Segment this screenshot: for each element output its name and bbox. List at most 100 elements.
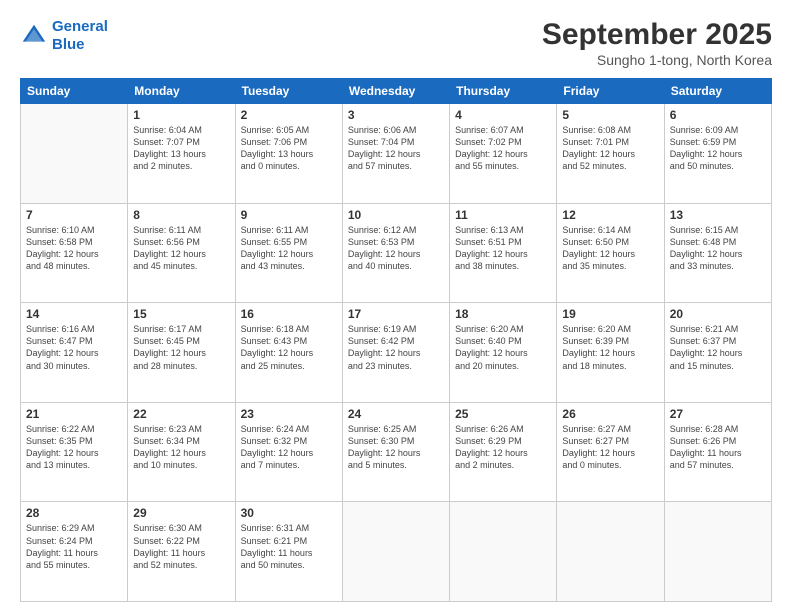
day-info: Sunrise: 6:22 AMSunset: 6:35 PMDaylight:… <box>26 423 122 472</box>
day-number: 14 <box>26 307 122 321</box>
day-number: 25 <box>455 407 551 421</box>
day-number: 5 <box>562 108 658 122</box>
day-cell: 27 Sunrise: 6:28 AMSunset: 6:26 PMDayligh… <box>664 402 771 502</box>
day-number: 23 <box>241 407 337 421</box>
logo-text: General Blue <box>52 18 108 54</box>
day-cell: 1 Sunrise: 6:04 AMSunset: 7:07 PMDaylight… <box>128 104 235 204</box>
day-info: Sunrise: 6:10 AMSunset: 6:58 PMDaylight:… <box>26 224 122 273</box>
day-cell: 30 Sunrise: 6:31 AMSunset: 6:21 PMDayligh… <box>235 502 342 602</box>
day-number: 20 <box>670 307 766 321</box>
day-cell: 7 Sunrise: 6:10 AMSunset: 6:58 PMDaylight… <box>21 203 128 303</box>
day-number: 10 <box>348 208 444 222</box>
day-number: 29 <box>133 506 229 520</box>
day-info: Sunrise: 6:04 AMSunset: 7:07 PMDaylight:… <box>133 124 229 173</box>
day-cell: 20 Sunrise: 6:21 AMSunset: 6:37 PMDayligh… <box>664 303 771 403</box>
day-number: 11 <box>455 208 551 222</box>
day-cell: 22 Sunrise: 6:23 AMSunset: 6:34 PMDayligh… <box>128 402 235 502</box>
day-cell: 4 Sunrise: 6:07 AMSunset: 7:02 PMDaylight… <box>450 104 557 204</box>
day-info: Sunrise: 6:13 AMSunset: 6:51 PMDaylight:… <box>455 224 551 273</box>
day-info: Sunrise: 6:18 AMSunset: 6:43 PMDaylight:… <box>241 323 337 372</box>
day-cell <box>21 104 128 204</box>
weekday-header-tuesday: Tuesday <box>235 79 342 104</box>
day-cell: 23 Sunrise: 6:24 AMSunset: 6:32 PMDayligh… <box>235 402 342 502</box>
day-info: Sunrise: 6:20 AMSunset: 6:40 PMDaylight:… <box>455 323 551 372</box>
day-cell: 12 Sunrise: 6:14 AMSunset: 6:50 PMDayligh… <box>557 203 664 303</box>
day-info: Sunrise: 6:12 AMSunset: 6:53 PMDaylight:… <box>348 224 444 273</box>
day-info: Sunrise: 6:20 AMSunset: 6:39 PMDaylight:… <box>562 323 658 372</box>
day-cell <box>450 502 557 602</box>
day-cell: 28 Sunrise: 6:29 AMSunset: 6:24 PMDayligh… <box>21 502 128 602</box>
day-number: 17 <box>348 307 444 321</box>
day-cell: 29 Sunrise: 6:30 AMSunset: 6:22 PMDayligh… <box>128 502 235 602</box>
day-info: Sunrise: 6:31 AMSunset: 6:21 PMDaylight:… <box>241 522 337 571</box>
day-cell: 3Sunrise: 6:06 AMSunset: 7:04 PMDaylight… <box>342 104 449 204</box>
day-info: Sunrise: 6:26 AMSunset: 6:29 PMDaylight:… <box>455 423 551 472</box>
day-number: 4 <box>455 108 551 122</box>
day-cell: 26 Sunrise: 6:27 AMSunset: 6:27 PMDayligh… <box>557 402 664 502</box>
day-info: Sunrise: 6:27 AMSunset: 6:27 PMDaylight:… <box>562 423 658 472</box>
day-number: 26 <box>562 407 658 421</box>
day-cell <box>664 502 771 602</box>
day-number: 22 <box>133 407 229 421</box>
day-cell: 21Sunrise: 6:22 AMSunset: 6:35 PMDayligh… <box>21 402 128 502</box>
day-cell <box>557 502 664 602</box>
logo-line1: General <box>52 18 108 35</box>
title-block: September 2025 Sungho 1-tong, North Kore… <box>542 18 772 68</box>
logo: General Blue <box>20 18 108 54</box>
day-number: 24 <box>348 407 444 421</box>
day-info: Sunrise: 6:08 AMSunset: 7:01 PMDaylight:… <box>562 124 658 173</box>
day-info: Sunrise: 6:15 AMSunset: 6:48 PMDaylight:… <box>670 224 766 273</box>
day-cell: 24 Sunrise: 6:25 AMSunset: 6:30 PMDayligh… <box>342 402 449 502</box>
day-info: Sunrise: 6:07 AMSunset: 7:02 PMDaylight:… <box>455 124 551 173</box>
weekday-header-saturday: Saturday <box>664 79 771 104</box>
day-number: 9 <box>241 208 337 222</box>
day-info: Sunrise: 6:17 AMSunset: 6:45 PMDaylight:… <box>133 323 229 372</box>
day-info: Sunrise: 6:19 AMSunset: 6:42 PMDaylight:… <box>348 323 444 372</box>
day-cell: 10 Sunrise: 6:12 AMSunset: 6:53 PMDayligh… <box>342 203 449 303</box>
week-row-3: 14 Sunrise: 6:16 AMSunset: 6:47 PMDayligh… <box>21 303 772 403</box>
month-title: September 2025 <box>542 18 772 52</box>
page: General Blue September 2025 Sungho 1-ton… <box>0 0 792 612</box>
day-number: 6 <box>670 108 766 122</box>
day-cell: 14 Sunrise: 6:16 AMSunset: 6:47 PMDayligh… <box>21 303 128 403</box>
day-cell: 19 Sunrise: 6:20 AMSunset: 6:39 PMDayligh… <box>557 303 664 403</box>
subtitle: Sungho 1-tong, North Korea <box>542 52 772 68</box>
day-info: Sunrise: 6:05 AMSunset: 7:06 PMDaylight:… <box>241 124 337 173</box>
day-info: Sunrise: 6:28 AMSunset: 6:26 PMDaylight:… <box>670 423 766 472</box>
day-cell: 17 Sunrise: 6:19 AMSunset: 6:42 PMDayligh… <box>342 303 449 403</box>
day-number: 7 <box>26 208 122 222</box>
day-number: 12 <box>562 208 658 222</box>
day-number: 15 <box>133 307 229 321</box>
day-info: Sunrise: 6:21 AMSunset: 6:37 PMDaylight:… <box>670 323 766 372</box>
day-number: 16 <box>241 307 337 321</box>
day-cell: 25 Sunrise: 6:26 AMSunset: 6:29 PMDayligh… <box>450 402 557 502</box>
day-info: Sunrise: 6:14 AMSunset: 6:50 PMDaylight:… <box>562 224 658 273</box>
weekday-header-row: SundayMondayTuesdayWednesdayThursdayFrid… <box>21 79 772 104</box>
day-info: Sunrise: 6:25 AMSunset: 6:30 PMDaylight:… <box>348 423 444 472</box>
day-number: 2 <box>241 108 337 122</box>
day-number: 30 <box>241 506 337 520</box>
day-info: Sunrise: 6:16 AMSunset: 6:47 PMDaylight:… <box>26 323 122 372</box>
week-row-4: 21Sunrise: 6:22 AMSunset: 6:35 PMDayligh… <box>21 402 772 502</box>
week-row-5: 28 Sunrise: 6:29 AMSunset: 6:24 PMDayligh… <box>21 502 772 602</box>
weekday-header-monday: Monday <box>128 79 235 104</box>
day-cell: 11 Sunrise: 6:13 AMSunset: 6:51 PMDayligh… <box>450 203 557 303</box>
day-number: 28 <box>26 506 122 520</box>
weekday-header-thursday: Thursday <box>450 79 557 104</box>
day-number: 1 <box>133 108 229 122</box>
day-info: Sunrise: 6:29 AMSunset: 6:24 PMDaylight:… <box>26 522 122 571</box>
day-number: 18 <box>455 307 551 321</box>
day-number: 19 <box>562 307 658 321</box>
day-info: Sunrise: 6:23 AMSunset: 6:34 PMDaylight:… <box>133 423 229 472</box>
day-cell: 9 Sunrise: 6:11 AMSunset: 6:55 PMDaylight… <box>235 203 342 303</box>
day-info: Sunrise: 6:09 AMSunset: 6:59 PMDaylight:… <box>670 124 766 173</box>
day-info: Sunrise: 6:30 AMSunset: 6:22 PMDaylight:… <box>133 522 229 571</box>
day-cell: 16 Sunrise: 6:18 AMSunset: 6:43 PMDayligh… <box>235 303 342 403</box>
week-row-2: 7 Sunrise: 6:10 AMSunset: 6:58 PMDaylight… <box>21 203 772 303</box>
day-number: 27 <box>670 407 766 421</box>
day-info: Sunrise: 6:11 AMSunset: 6:55 PMDaylight:… <box>241 224 337 273</box>
day-info: Sunrise: 6:24 AMSunset: 6:32 PMDaylight:… <box>241 423 337 472</box>
day-cell: 5 Sunrise: 6:08 AMSunset: 7:01 PMDaylight… <box>557 104 664 204</box>
day-cell: 18 Sunrise: 6:20 AMSunset: 6:40 PMDayligh… <box>450 303 557 403</box>
day-info: Sunrise: 6:11 AMSunset: 6:56 PMDaylight:… <box>133 224 229 273</box>
